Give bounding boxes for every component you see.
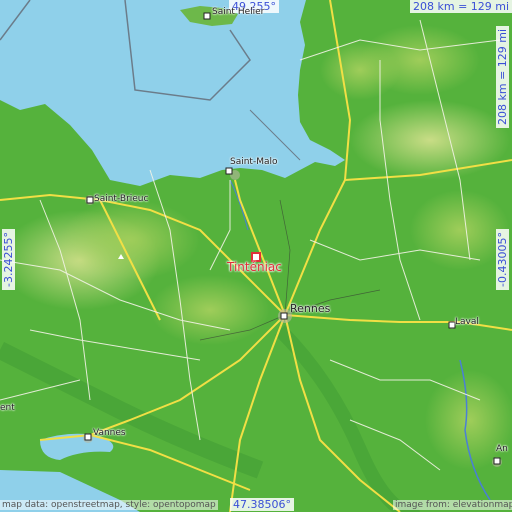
attribution-left[interactable]: map data: openstreetmap, style: opentopo… bbox=[0, 500, 218, 510]
saint-brieuc-label: Saint-Brieuc bbox=[94, 194, 149, 204]
rennes-label: Rennes bbox=[290, 302, 331, 315]
bottom-latitude-label: 47.38506° bbox=[230, 498, 294, 511]
right-longitude-label: -0.43005° bbox=[496, 229, 509, 290]
saint-helier-label: Saint Helier bbox=[212, 7, 265, 17]
map-canvas[interactable]: 49.255° 47.38506° -3.24255° -0.43005° 20… bbox=[0, 0, 512, 512]
scale-right-label: 208 km = 129 mi bbox=[496, 25, 509, 128]
rennes-marker bbox=[280, 312, 288, 320]
vannes-marker bbox=[84, 433, 92, 441]
lorient-label-fragment: ent bbox=[0, 403, 15, 413]
angers-label-fragment: An bbox=[496, 444, 508, 454]
vannes-label: Vannes bbox=[93, 428, 126, 438]
angers-marker bbox=[493, 457, 501, 465]
attribution-right[interactable]: image from: elevationmap.info bbox=[393, 500, 512, 510]
terrain-layer bbox=[0, 0, 512, 512]
saint-malo-marker bbox=[225, 167, 233, 175]
left-longitude-label: -3.24255° bbox=[2, 229, 15, 290]
laval-label: Laval bbox=[455, 317, 479, 327]
saint-malo-label: Saint-Malo bbox=[230, 157, 278, 167]
saint-brieuc-marker bbox=[86, 196, 94, 204]
scale-top-label: 208 km = 129 mi bbox=[410, 0, 512, 13]
saint-helier-marker bbox=[203, 12, 211, 20]
tinteniac-label: Tinténiac bbox=[227, 260, 282, 274]
